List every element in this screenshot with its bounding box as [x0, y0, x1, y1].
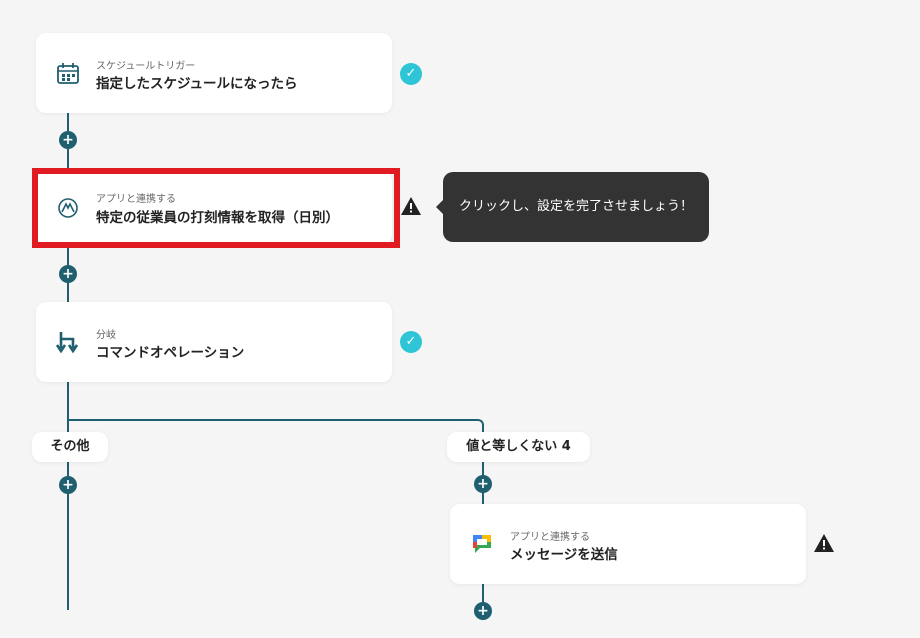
- warning-icon: [400, 196, 422, 216]
- step-subtitle: アプリと連携する: [510, 532, 590, 543]
- calendar-icon: [54, 59, 82, 87]
- warning-icon: [813, 533, 835, 553]
- add-step-button[interactable]: +: [474, 602, 492, 620]
- add-step-button[interactable]: +: [474, 475, 492, 493]
- branch-label-other[interactable]: その他: [32, 432, 108, 462]
- step-subtitle: 分岐: [96, 330, 116, 341]
- step-card-branch[interactable]: 分岐 コマンドオペレーション: [36, 302, 392, 382]
- connector-line: [67, 382, 69, 610]
- step-title: コマンドオペレーション: [96, 345, 245, 361]
- add-step-button[interactable]: +: [59, 131, 77, 149]
- step-card-schedule-trigger[interactable]: スケジュールトリガー 指定したスケジュールになったら: [36, 33, 392, 113]
- add-step-button[interactable]: +: [59, 265, 77, 283]
- step-card-send-message[interactable]: アプリと連携する メッセージを送信: [450, 504, 806, 584]
- branch-connector-line: [67, 419, 477, 421]
- branch-label-not-equal[interactable]: 値と等しくない 4: [447, 432, 590, 462]
- check-icon: ✓: [400, 331, 422, 353]
- tooltip-text: クリックし、設定を完了させましょう！: [459, 199, 694, 214]
- check-icon: ✓: [400, 63, 422, 85]
- add-step-button[interactable]: +: [59, 476, 77, 494]
- tooltip: クリックし、設定を完了させましょう！: [435, 172, 710, 242]
- step-subtitle: スケジュールトリガー: [96, 61, 196, 72]
- chat-icon: [468, 530, 496, 558]
- highlight-box: [32, 168, 400, 248]
- branch-icon: [54, 328, 82, 356]
- step-title: メッセージを送信: [510, 547, 618, 563]
- step-title: 指定したスケジュールになったら: [96, 76, 298, 92]
